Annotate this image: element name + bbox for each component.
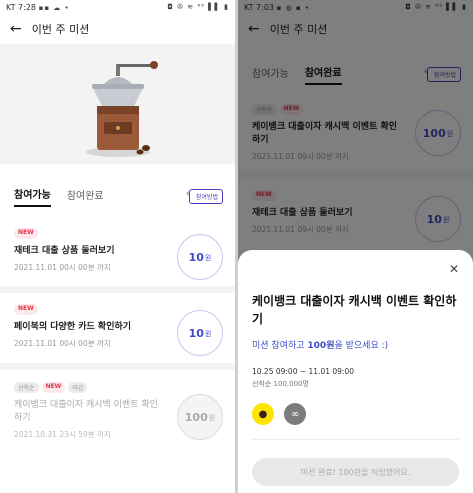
mission-screen-available: KT 7:28 ▪▪ ☁ • ◘ ✇ ≋ ⁶⁶ ▌▌ ▮ ← 이번 주 미션 참… <box>0 0 235 493</box>
mission-item-closed[interactable]: 선착순 NEW 마감 케이뱅크 대출이자 캐시백 이벤트 확인하기 2021.1… <box>0 374 235 444</box>
reward-amount: 10 <box>188 326 204 340</box>
reward-unit: 원 <box>208 414 216 422</box>
reward-circle: 10원 <box>177 310 223 356</box>
reward-amount: 10 <box>188 250 204 264</box>
status-time: KT 7:28 <box>6 2 37 12</box>
sheet-title: 케이뱅크 대출이자 캐시백 이벤트 확인하기 <box>252 294 457 326</box>
mission-period: 10.25 09:00 ~ 11.01 09:00 <box>252 367 354 376</box>
hero-banner <box>0 44 235 164</box>
back-arrow-icon[interactable]: ← <box>10 21 22 37</box>
notification-icons: ▪▪ ☁ • <box>38 3 70 12</box>
link-share-icon[interactable]: ∞ <box>284 403 306 425</box>
kakao-share-icon[interactable]: ● <box>252 403 274 425</box>
new-badge: NEW <box>41 382 66 393</box>
mission-title: 케이뱅크 대출이자 캐시백 이벤트 확인하기 <box>14 400 158 423</box>
app-bar: ← 이번 주 미션 <box>0 14 235 44</box>
mission-condition: 선착순 100,000명 <box>252 380 309 388</box>
mission-item[interactable]: NEW 페이북의 다양한 카드 확인하기 2021.11.01 00시 00분 … <box>0 296 235 360</box>
close-icon[interactable]: ✕ <box>449 262 459 276</box>
page-title: 이번 주 미션 <box>31 23 90 36</box>
sheet-divider <box>252 439 459 440</box>
reward-circle: 10원 <box>177 234 223 280</box>
subtitle-suffix: 을 받으세요 :) <box>334 341 389 351</box>
mission-tabs: 참여가능 참여완료 참여방법 <box>0 184 235 208</box>
section-divider <box>0 286 235 293</box>
reward-unit: 원 <box>204 254 212 262</box>
mission-detail-sheet: ✕ 케이뱅크 대출이자 캐시백 이벤트 확인하기 미션 참여하고 100원을 받… <box>238 250 473 493</box>
sheet-subtitle: 미션 참여하고 100원을 받으세요 :) <box>252 338 459 351</box>
subtitle-prefix: 미션 참여하고 <box>252 341 308 351</box>
tab-completed[interactable]: 참여완료 <box>67 187 104 206</box>
new-badge: NEW <box>14 304 38 315</box>
tab-available[interactable]: 참여가능 <box>14 186 51 207</box>
mission-item[interactable]: NEW 재테크 대출 상품 둘러보기 2021.11.01 00시 00분 까지… <box>0 220 235 284</box>
subtitle-amount: 100원 <box>307 341 335 351</box>
new-badge: NEW <box>14 228 38 239</box>
badge-row: 선착순 NEW 마감 <box>14 382 221 393</box>
reward-amount: 100 <box>184 410 208 424</box>
mission-title: 재테크 대출 상품 둘러보기 <box>14 246 115 256</box>
closed-badge: 마감 <box>68 382 88 393</box>
howto-button[interactable]: 참여방법 <box>186 188 223 204</box>
status-bar: KT 7:28 ▪▪ ☁ • ◘ ✇ ≋ ⁶⁶ ▌▌ ▮ <box>0 0 235 14</box>
first-come-badge: 선착순 <box>14 382 39 393</box>
section-divider <box>0 363 235 370</box>
mission-title: 페이북의 다양한 카드 확인하기 <box>14 322 132 332</box>
share-row: ● ∞ <box>252 403 459 425</box>
system-icons: ◘ ✇ ≋ ⁶⁶ ▌▌ ▮ <box>167 3 229 11</box>
mission-complete-button[interactable]: 미션 완료! 100원을 적립했어요. <box>252 458 459 486</box>
reward-circle: 100원 <box>177 394 223 440</box>
reward-unit: 원 <box>204 330 212 338</box>
coffee-grinder-illustration <box>86 61 158 157</box>
mission-screen-detail: KT 7:03 ▪ ◍ ▪ • ◘ ✇ ≋ ⁶⁶ ▌▌ ▮ ← 이번 주 미션 … <box>238 0 473 493</box>
